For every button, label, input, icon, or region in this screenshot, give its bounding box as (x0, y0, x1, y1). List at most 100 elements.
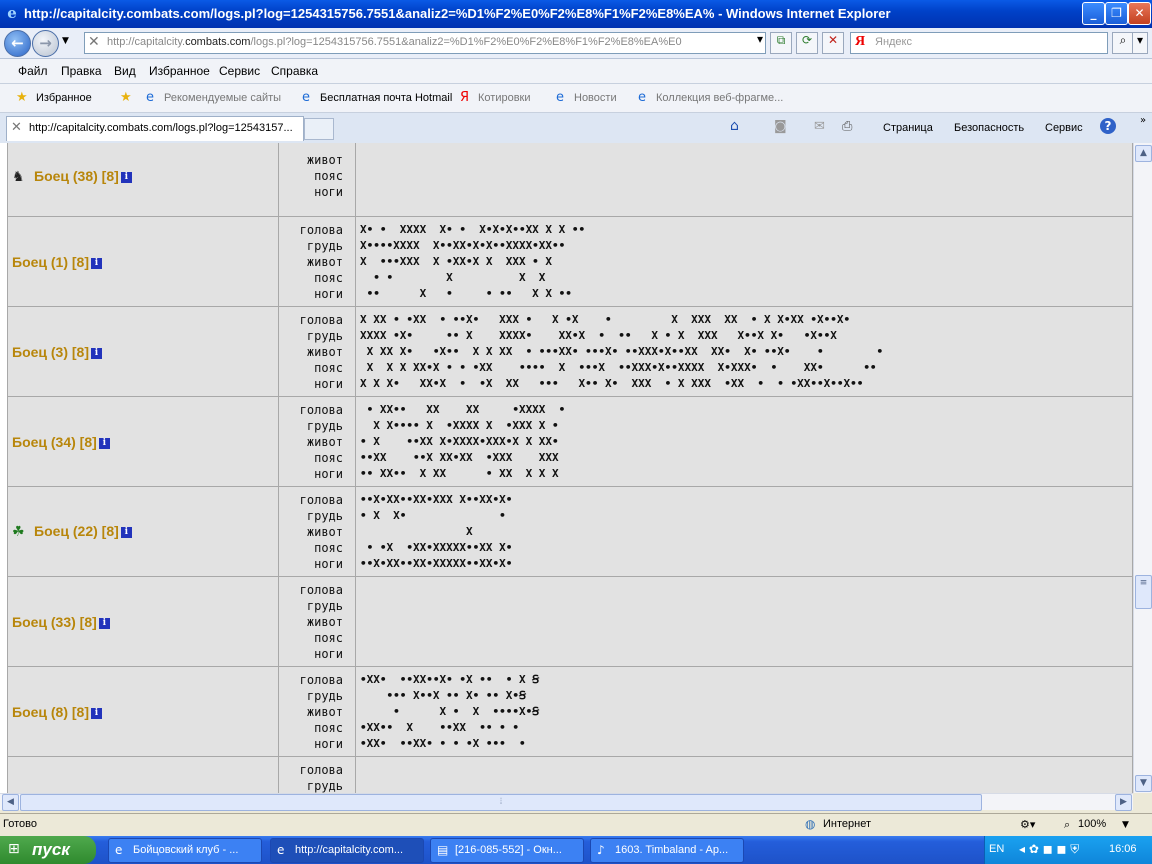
hscroll-thumb[interactable]: ⦙ (20, 794, 982, 811)
zone-label: живот (306, 153, 343, 167)
language-indicator[interactable]: EN (989, 843, 1004, 855)
menu-help[interactable]: Справка (271, 64, 318, 78)
menu-view[interactable]: Вид (114, 64, 136, 78)
fighter-row: ♞ Боец (38) [8] i живот пояс ноги (7, 143, 1133, 217)
safety-menu[interactable]: Безопасность (954, 122, 1024, 134)
scroll-right-icon[interactable]: ▶ (1115, 794, 1132, 811)
info-icon[interactable]: i (120, 527, 132, 538)
feeds-icon[interactable]: ◙ (774, 119, 787, 134)
hit-line: •XX• ••XX••X• •X •• • X Ꞩ (360, 672, 540, 686)
page-menu[interactable]: Страница (883, 122, 933, 134)
tab-active[interactable]: ✕ http://capitalcity.combats.com/logs.pl… (6, 116, 304, 141)
taskbar-item-capitalcity[interactable]: e http://capitalcity.com... (270, 838, 424, 863)
zone-labels: головагрудьживотпоясноги (278, 216, 356, 307)
compatibility-view-button[interactable]: ⧉ (770, 32, 792, 54)
favorites-button[interactable]: Избранное (36, 92, 92, 104)
zoom-dropdown-icon[interactable]: ▼ (1122, 820, 1129, 830)
address-dropdown-icon[interactable]: ▾ (750, 32, 770, 52)
info-icon[interactable]: i (91, 347, 103, 359)
fav-link-hotmail[interactable]: Бесплатная почта Hotmail (320, 92, 452, 104)
hit-statistics: • XX•• XX XX •XXXX • X X•••• X •XXXX X •… (355, 396, 1133, 487)
new-tab-button[interactable] (304, 118, 334, 140)
hit-line: ••X•XX••XX•XXX X••XX•X• (360, 492, 513, 506)
protected-mode-icon[interactable]: ⚙▾ (1020, 818, 1035, 831)
fav-link-webslices[interactable]: Коллекция веб-фрагме... (656, 92, 783, 104)
zoom-level[interactable]: 100% (1078, 818, 1106, 830)
fighter-name-link[interactable]: Боец (34) [8] (12, 434, 97, 450)
help-icon[interactable]: ? (1100, 118, 1116, 134)
print-icon[interactable]: ⎙ (842, 119, 852, 134)
fighter-cell: ♞ Боец (38) [8] i (7, 143, 279, 217)
start-button[interactable]: ⊞ пуск (0, 836, 96, 864)
hit-line: X XX • •XX • ••X• XXX • X •X • X XXX XX … (360, 312, 851, 326)
info-icon[interactable]: i (98, 617, 110, 629)
scroll-down-icon[interactable]: ▼ (1135, 775, 1152, 792)
fighter-cell: ☘ Боец (22) [8] i (7, 486, 279, 577)
menu-edit[interactable]: Правка (61, 64, 102, 78)
hit-line (360, 614, 1132, 630)
minimize-button[interactable]: _ (1082, 2, 1105, 25)
refresh-button[interactable]: ⟳ (796, 32, 818, 54)
taskbar-item-fightclub[interactable]: e Бойцовский клуб - ... (108, 838, 262, 863)
zone-labels: головагрудьживотпоясноги (278, 666, 356, 757)
fighter-name-link[interactable]: Боец (22) [8] (34, 523, 119, 539)
taskbar-item-chat-window[interactable]: ▤ [216-085-552] - Окн... (430, 838, 584, 863)
close-button[interactable]: ✕ (1128, 2, 1151, 25)
ie-logo-icon: e (7, 4, 17, 22)
tools-menu[interactable]: Сервис (1045, 122, 1083, 134)
fighter-name-link[interactable]: Боец (33) [8] (12, 614, 97, 630)
fav-link-suggested[interactable]: Рекомендуемые сайты (164, 92, 281, 104)
history-dropdown-icon[interactable]: ▼ (62, 36, 69, 46)
ie-page-icon: e (146, 90, 154, 105)
scroll-thumb[interactable]: ≡ (1135, 575, 1152, 609)
window-title-bar[interactable]: e http://capitalcity.combats.com/logs.pl… (0, 0, 1152, 28)
menu-favorites[interactable]: Избранное (149, 64, 210, 78)
forward-button[interactable]: → (32, 30, 59, 57)
fighter-row: Боец (33) [8] i голова грудь живот пояс ноги (7, 576, 1133, 667)
menu-tools[interactable]: Сервис (219, 64, 260, 78)
mail-icon[interactable]: ✉ (814, 119, 825, 134)
home-icon[interactable]: ⌂ (730, 118, 739, 134)
taskbar-item-music[interactable]: ♪ 1603. Timbaland - Ap... (590, 838, 744, 863)
back-button[interactable]: ← (4, 30, 31, 57)
fighter-name-link[interactable]: Боец (1) [8] (12, 254, 89, 270)
chevron-more-icon[interactable]: » (1140, 115, 1146, 126)
hit-statistics: X XX • •XX • ••X• XXX • X •X • X XXX XX … (355, 306, 1133, 397)
address-field[interactable]: ✕ http://capitalcity.combats.com/logs.pl… (84, 32, 766, 54)
fav-link-quotes[interactable]: Котировки (478, 92, 531, 104)
zone-label: пояс (314, 540, 343, 555)
maximize-button[interactable]: ❐ (1105, 2, 1128, 25)
zone-label: голова (299, 312, 343, 327)
info-icon[interactable]: i (120, 171, 132, 183)
vertical-scrollbar[interactable]: ▲ ≡ ▼ (1133, 143, 1152, 793)
fighter-name-link[interactable]: Боец (8) [8] (12, 704, 89, 720)
yandex-icon: Я (460, 90, 470, 105)
yandex-logo-icon: Я (855, 34, 866, 49)
info-icon[interactable]: i (91, 707, 103, 719)
search-options-icon[interactable]: ▾ (1132, 32, 1148, 54)
tray-icons[interactable]: ◂ ✿ ◼ ◼ ⛨ (1019, 842, 1079, 857)
search-box[interactable]: Я Яндекс (850, 32, 1108, 54)
status-text: Готово (3, 818, 37, 830)
start-label: пуск (32, 840, 70, 859)
battle-log-table: ♞ Боец (38) [8] i живот пояс ноги Боец (1) [8]… (7, 143, 1133, 793)
horizontal-scrollbar[interactable]: ◀ ⦙ ▶ (0, 793, 1133, 811)
scroll-up-icon[interactable]: ▲ (1135, 145, 1152, 162)
zone-labels: головагрудьживотпоясноги (278, 396, 356, 487)
task-label: http://capitalcity.com... (295, 844, 404, 856)
stop-button[interactable]: ✕ (822, 32, 844, 54)
scroll-left-icon[interactable]: ◀ (2, 794, 19, 811)
hit-line: X XX X• •X•• X X XX • •••XX• •••X• ••XXX… (360, 344, 884, 358)
fighter-cell: Боец (34) [8] i (7, 396, 279, 487)
window-icon: ▤ (437, 843, 449, 857)
zone-label: грудь (306, 688, 343, 703)
info-icon[interactable]: i (91, 257, 103, 269)
add-favorite-icon[interactable]: ★ (120, 90, 132, 105)
fighter-name-link[interactable]: Боец (38) [8] (34, 168, 119, 184)
info-icon[interactable]: i (98, 437, 110, 449)
fav-link-news[interactable]: Новости (574, 92, 617, 104)
fighter-name-link[interactable]: Боец (3) [8] (12, 344, 89, 360)
fighter-cell: Боец (1) [8] i (7, 216, 279, 307)
menu-file[interactable]: Файл (18, 64, 48, 78)
search-button[interactable]: ⌕ (1112, 32, 1134, 54)
